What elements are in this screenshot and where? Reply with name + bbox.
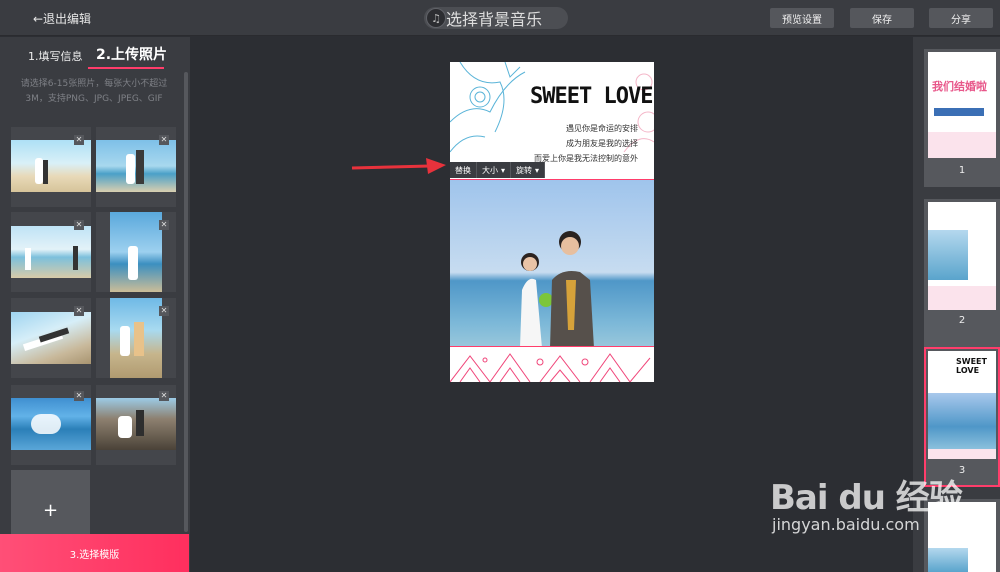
active-tab-underline	[88, 67, 164, 69]
couple-beach-photo	[450, 180, 654, 346]
wedding-photo-image	[11, 226, 91, 278]
canvas-title: SWEET LOVE	[530, 84, 653, 109]
photo-thumb[interactable]: ✕	[96, 298, 176, 378]
rotate-label: 旋转	[516, 165, 533, 175]
remove-photo-icon[interactable]: ✕	[159, 220, 169, 230]
page-number-2: 2	[958, 315, 966, 326]
page-preview-1: 我们结婚啦	[928, 52, 996, 158]
upload-hint: 请选择6-15张照片，每张大小不超过3M，支持PNG、JPG、JPEG、GIF	[20, 79, 168, 104]
wedding-photo-image	[11, 140, 91, 192]
floral-decoration-icon	[450, 62, 526, 153]
page-1-title: 我们结婚啦	[932, 80, 987, 93]
remove-photo-icon[interactable]: ✕	[159, 391, 169, 401]
pink-pattern-decoration-icon	[450, 348, 654, 382]
photo-thumb[interactable]: ✕	[96, 212, 176, 292]
main-photo[interactable]	[450, 179, 654, 347]
photo-thumb[interactable]: ✕	[11, 127, 91, 207]
replace-photo-button[interactable]: 替换	[450, 162, 477, 178]
photo-thumb[interactable]: ✕	[11, 212, 91, 292]
baidu-watermark: Bai du 经验 jingyan.baidu.com	[770, 470, 963, 534]
page-preview-3: SWEET LOVE	[928, 351, 996, 459]
poem-line-1: 遇见你是命运的安排	[566, 124, 638, 133]
remove-photo-icon[interactable]: ✕	[74, 391, 84, 401]
remove-photo-icon[interactable]: ✕	[74, 306, 84, 316]
music-label: 选择背景音乐	[446, 10, 543, 29]
tab-fill-info[interactable]: 1.填写信息	[28, 48, 83, 64]
left-panel: 1.填写信息 2.上传照片 请选择6-15张照片，每张大小不超过3M，支持PNG…	[0, 37, 190, 572]
wedding-photo-image	[110, 298, 162, 378]
top-toolbar: ←退出编辑 ♫ 选择背景音乐 预览设置 保存 分享	[0, 0, 1000, 36]
tab-upload-photos[interactable]: 2.上传照片	[96, 44, 167, 64]
remove-photo-icon[interactable]: ✕	[74, 135, 84, 145]
remove-photo-icon[interactable]: ✕	[159, 135, 169, 145]
size-dropdown[interactable]: 大小 ▾	[477, 162, 512, 178]
exit-edit-button[interactable]: ←退出编辑	[33, 10, 91, 27]
size-label: 大小	[482, 165, 498, 175]
photo-thumb[interactable]: ✕	[11, 298, 91, 378]
page-thumb-3[interactable]: SWEET LOVE 3	[924, 347, 1000, 487]
photo-thumb[interactable]: ✕	[11, 385, 91, 465]
photo-edit-toolbar: 替换 大小 ▾ 旋转 ▾	[450, 162, 546, 178]
page-3-title: SWEET LOVE	[956, 357, 987, 375]
preview-settings-button[interactable]: 预览设置	[770, 8, 834, 28]
wedding-photo-image	[96, 140, 176, 192]
photo-thumb[interactable]: ✕	[96, 385, 176, 465]
remove-photo-icon[interactable]: ✕	[159, 306, 169, 316]
watermark-brand: Bai du 经验	[770, 478, 963, 518]
save-button[interactable]: 保存	[850, 8, 914, 28]
rotate-dropdown[interactable]: 旋转 ▾	[511, 162, 546, 178]
chevron-down-icon: ▾	[501, 165, 506, 175]
share-button[interactable]: 分享	[929, 8, 993, 28]
wedding-photo-image	[96, 398, 176, 450]
page-number-1: 1	[958, 165, 966, 176]
red-arrow-icon	[351, 158, 446, 174]
page-thumb-2[interactable]: 2	[924, 199, 1000, 347]
select-template-button[interactable]: 3.选择模版	[0, 534, 189, 572]
music-note-icon: ♫	[426, 8, 446, 28]
wedding-photo-image	[11, 398, 91, 450]
poem-line-3: 而爱上你是我无法控制的意外	[534, 154, 638, 163]
canvas-bottom-border	[450, 348, 654, 382]
page-thumb-1[interactable]: 我们结婚啦 1	[924, 49, 1000, 187]
wedding-photo-image	[110, 212, 162, 292]
photo-thumb[interactable]: ✕	[96, 127, 176, 207]
wedding-photo-image	[11, 312, 91, 364]
scrollbar[interactable]	[184, 72, 188, 532]
chevron-down-icon: ▾	[535, 165, 540, 175]
background-music-button[interactable]: ♫ 选择背景音乐	[424, 7, 568, 29]
remove-photo-icon[interactable]: ✕	[74, 220, 84, 230]
page-preview-2	[928, 202, 996, 310]
poem-line-2: 成为朋友是我的选择	[566, 139, 638, 148]
